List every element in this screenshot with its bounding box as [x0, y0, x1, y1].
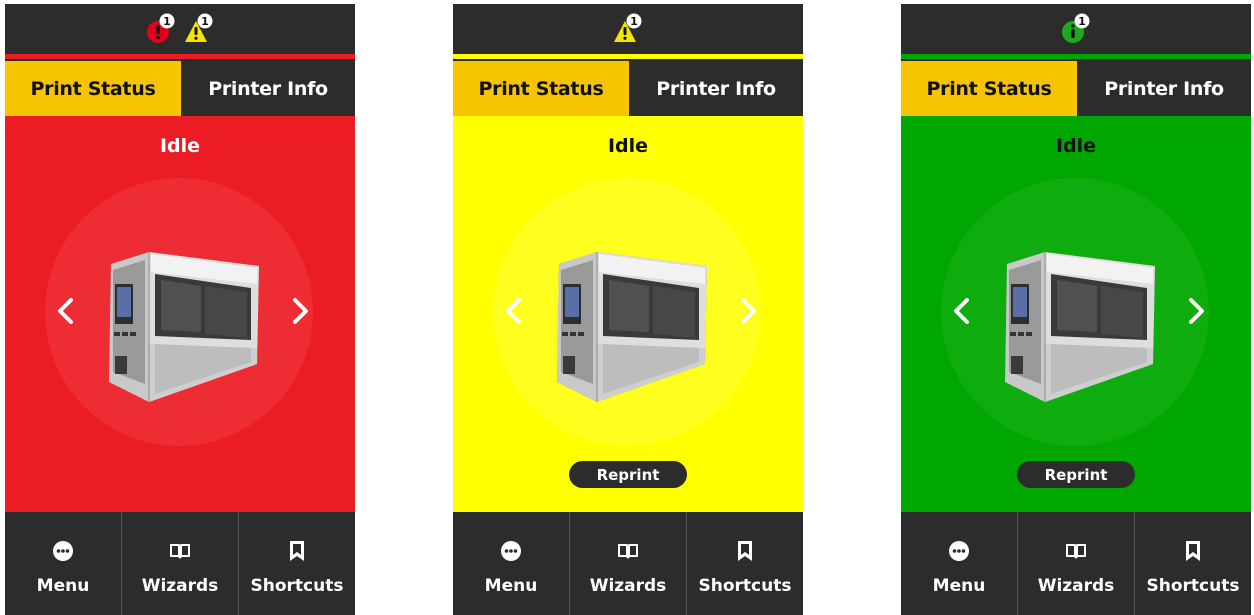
menu-label: Menu [36, 576, 90, 596]
bottom-nav: Menu Wizards Shortcuts [453, 512, 803, 615]
menu-button[interactable]: Menu [901, 512, 1017, 615]
tab-bar: Print Status Printer Info [5, 61, 355, 116]
wizards-button[interactable]: Wizards [121, 512, 238, 615]
tab-print-status[interactable]: Print Status [453, 61, 629, 116]
info-icon[interactable] [1061, 12, 1091, 46]
menu-button[interactable]: Menu [5, 512, 121, 615]
menu-button[interactable]: Menu [453, 512, 569, 615]
bookmark-icon [286, 540, 308, 562]
printer-state-label: Idle [607, 135, 649, 157]
printer-screen-error: Print Status Printer Info Idle Menu Wiza… [5, 4, 355, 615]
chevron-left-icon[interactable] [947, 294, 977, 328]
wizards-button[interactable]: Wizards [569, 512, 686, 615]
warning-icon[interactable] [613, 12, 643, 46]
status-bar [453, 4, 803, 54]
printer-screen-warning: Print Status Printer Info Idle Reprint M… [453, 4, 803, 615]
tab-print-status[interactable]: Print Status [5, 61, 181, 116]
chevron-right-icon[interactable] [733, 294, 763, 328]
menu-icon [500, 540, 522, 562]
chevron-left-icon[interactable] [51, 294, 81, 328]
reprint-button[interactable]: Reprint [1017, 461, 1135, 488]
menu-label: Menu [484, 576, 538, 596]
print-status-panel: Idle Reprint [901, 116, 1251, 512]
printer-state-label: Idle [159, 135, 201, 157]
chevron-right-icon[interactable] [285, 294, 315, 328]
printer-image [549, 244, 709, 406]
wizards-label: Wizards [141, 576, 219, 596]
printer-image [997, 244, 1157, 406]
tab-printer-info[interactable]: Printer Info [1077, 61, 1251, 116]
printer-state-label: Idle [1055, 135, 1097, 157]
menu-icon [52, 540, 74, 562]
status-bar [5, 4, 355, 54]
shortcuts-button[interactable]: Shortcuts [1134, 512, 1251, 615]
book-icon [169, 540, 191, 562]
bookmark-icon [734, 540, 756, 562]
tab-bar: Print Status Printer Info [453, 61, 803, 116]
book-icon [617, 540, 639, 562]
reprint-button[interactable]: Reprint [569, 461, 687, 488]
bottom-nav: Menu Wizards Shortcuts [901, 512, 1251, 615]
menu-label: Menu [932, 576, 986, 596]
bookmark-icon [1182, 540, 1204, 562]
tab-bar: Print Status Printer Info [901, 61, 1251, 116]
status-bar [901, 4, 1251, 54]
wizards-button[interactable]: Wizards [1017, 512, 1134, 615]
shortcuts-button[interactable]: Shortcuts [238, 512, 355, 615]
error-icon[interactable] [146, 12, 176, 46]
shortcuts-label: Shortcuts [698, 576, 792, 596]
shortcuts-label: Shortcuts [1146, 576, 1240, 596]
wizards-label: Wizards [589, 576, 667, 596]
tab-print-status[interactable]: Print Status [901, 61, 1077, 116]
menu-icon [948, 540, 970, 562]
printer-image [101, 244, 261, 406]
bottom-nav: Menu Wizards Shortcuts [5, 512, 355, 615]
tab-printer-info[interactable]: Printer Info [181, 61, 355, 116]
tab-printer-info[interactable]: Printer Info [629, 61, 803, 116]
warning-icon[interactable] [184, 12, 214, 46]
print-status-panel: Idle [5, 116, 355, 512]
chevron-left-icon[interactable] [499, 294, 529, 328]
chevron-right-icon[interactable] [1181, 294, 1211, 328]
shortcuts-button[interactable]: Shortcuts [686, 512, 803, 615]
print-status-panel: Idle Reprint [453, 116, 803, 512]
wizards-label: Wizards [1037, 576, 1115, 596]
book-icon [1065, 540, 1087, 562]
printer-screen-info: Print Status Printer Info Idle Reprint M… [901, 4, 1251, 615]
shortcuts-label: Shortcuts [250, 576, 344, 596]
